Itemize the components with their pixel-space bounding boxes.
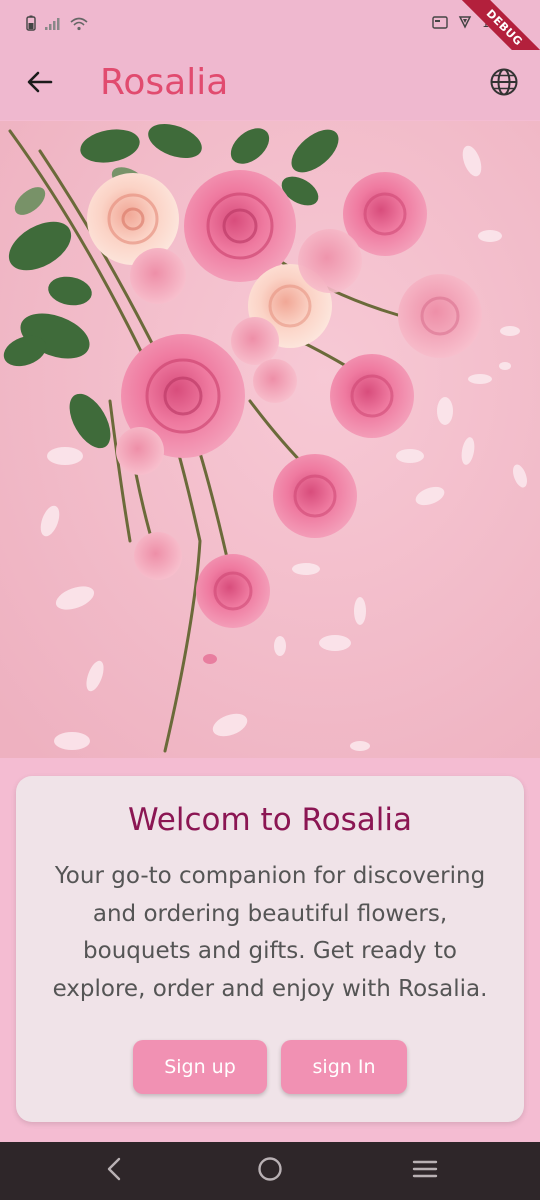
sign-in-button[interactable]: sign In	[281, 1040, 407, 1094]
shield-icon	[458, 15, 472, 32]
signal-icon	[44, 16, 62, 35]
wifi-icon	[70, 16, 88, 35]
welcome-description: Your go-to companion for discovering and…	[52, 863, 488, 1002]
language-button[interactable]	[486, 66, 522, 102]
nav-home-button[interactable]	[250, 1156, 290, 1186]
system-navigation-bar	[0, 1142, 540, 1200]
sign-up-button[interactable]: Sign up	[133, 1040, 267, 1094]
nav-menu-icon	[412, 1158, 438, 1184]
app-title: Rosalia	[100, 62, 229, 103]
hero-rose-image	[0, 121, 540, 758]
nav-home-icon	[257, 1156, 283, 1186]
card-icon	[432, 15, 448, 32]
welcome-card: Welcom to Rosalia Your go-to companion f…	[16, 776, 524, 1122]
app-screen: 11: DEBUG Rosalia	[0, 0, 540, 1200]
arrow-left-icon	[27, 71, 53, 97]
nav-back-icon	[106, 1157, 122, 1185]
globe-icon	[489, 67, 519, 101]
back-button[interactable]	[22, 66, 58, 102]
rose-bouquet-image	[0, 121, 540, 758]
nav-back-button[interactable]	[94, 1156, 134, 1186]
app-bar: Rosalia	[0, 50, 540, 120]
battery-icon	[26, 15, 36, 35]
welcome-title: Welcom to Rosalia	[127, 802, 413, 838]
status-bar: 11: DEBUG	[0, 0, 540, 85]
status-left-icons	[26, 15, 88, 35]
nav-menu-button[interactable]	[405, 1156, 445, 1186]
